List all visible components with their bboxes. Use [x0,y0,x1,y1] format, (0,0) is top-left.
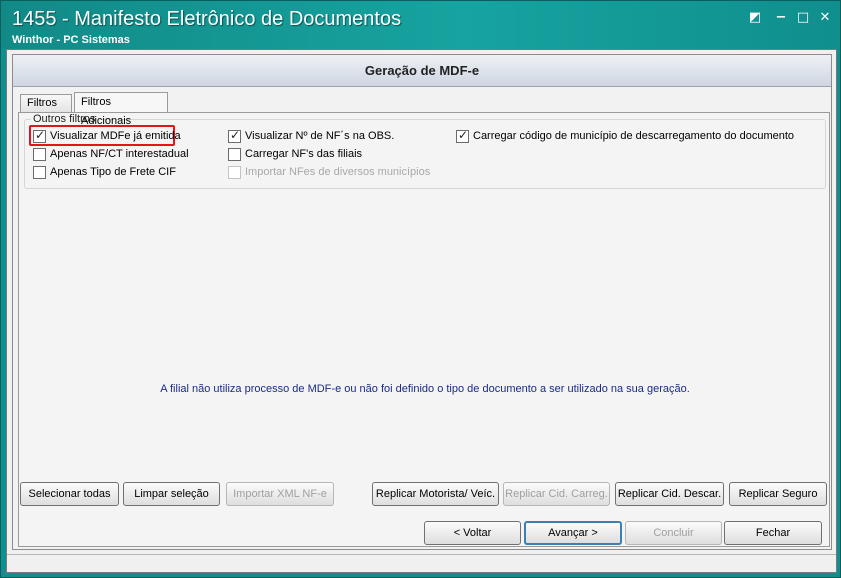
checkbox-box[interactable] [456,128,469,143]
close-window-button[interactable]: ✕ [816,9,834,27]
select-all-button[interactable]: Selecionar todas [20,482,119,506]
checkbox-importar-nfes-municipios: Importar NFes de diversos municípios [228,164,430,180]
checkbox-label: Visualizar MDFe já emitida [50,130,181,142]
tab-strip: Filtros Filtros Adicionais [20,92,830,127]
checkbox-carregar-nf-filiais[interactable]: Carregar NF's das filiais [228,146,362,162]
import-xml-button: Importar XML NF-e [226,482,334,506]
restore-icon[interactable]: ◩ [746,9,764,27]
checkbox-visualizar-nf-obs[interactable]: Visualizar Nº de NF´s na OBS. [228,128,394,144]
tab-filtros[interactable]: Filtros [20,94,72,112]
status-bar [7,554,836,572]
content-panel: Geração de MDF-e Filtros Filtros Adicion… [12,54,832,550]
checkbox-label: Apenas Tipo de Frete CIF [50,166,176,178]
checkbox-box [228,165,241,179]
checkbox-box[interactable] [33,128,46,143]
outros-filtros-group: Outros filtros Visualizar MDFe já emitid… [24,113,826,189]
title-bar[interactable]: 1455 - Manifesto Eletrônico de Documento… [1,1,840,49]
tab-filtros-adicionais[interactable]: Filtros Adicionais [74,92,168,127]
clear-selection-button[interactable]: Limpar seleção [123,482,220,506]
replicate-insurance-button[interactable]: Replicar Seguro [729,482,827,506]
application-window: 1455 - Manifesto Eletrônico de Documento… [0,0,841,578]
minimize-button[interactable]: − [772,9,790,27]
checkbox-apenas-nf-ct-interestadual[interactable]: Apenas NF/CT interestadual [33,146,189,162]
checkbox-box[interactable] [33,165,46,179]
checkbox-box[interactable] [228,128,241,143]
checkbox-label: Carregar código de município de descarre… [473,130,795,142]
maximize-button[interactable]: □ [794,9,812,27]
checkbox-apenas-frete-cif[interactable]: Apenas Tipo de Frete CIF [33,164,176,180]
checkbox-label: Visualizar Nº de NF´s na OBS. [245,130,395,142]
finish-button: Concluir [625,521,722,545]
replicate-driver-button[interactable]: Replicar Motorista/ Veíc. [372,482,499,506]
next-button[interactable]: Avançar > [524,521,622,545]
checkbox-box[interactable] [33,147,46,161]
info-message: A filial não utiliza processo de MDF-e o… [160,383,690,395]
checkbox-label: Importar NFes de diversos municípios [245,166,431,178]
main-frame: Geração de MDF-e Filtros Filtros Adicion… [6,49,837,573]
window-subtitle: Winthor - PC Sistemas [12,34,130,46]
back-button[interactable]: < Voltar [424,521,521,545]
checkbox-label: Carregar NF's das filiais [245,148,363,160]
replicate-load-city-button: Replicar Cid. Carreg. [503,482,610,506]
page-title: Geração de MDF-e [13,55,831,87]
checkbox-box[interactable] [228,147,241,161]
checkbox-carregar-codigo-municipio[interactable]: Carregar código de município de descarre… [456,128,794,144]
checkbox-label: Apenas NF/CT interestadual [50,148,189,160]
close-button[interactable]: Fechar [724,521,822,545]
replicate-unload-city-button[interactable]: Replicar Cid. Descar. [615,482,724,506]
window-title: 1455 - Manifesto Eletrônico de Documento… [12,8,402,30]
